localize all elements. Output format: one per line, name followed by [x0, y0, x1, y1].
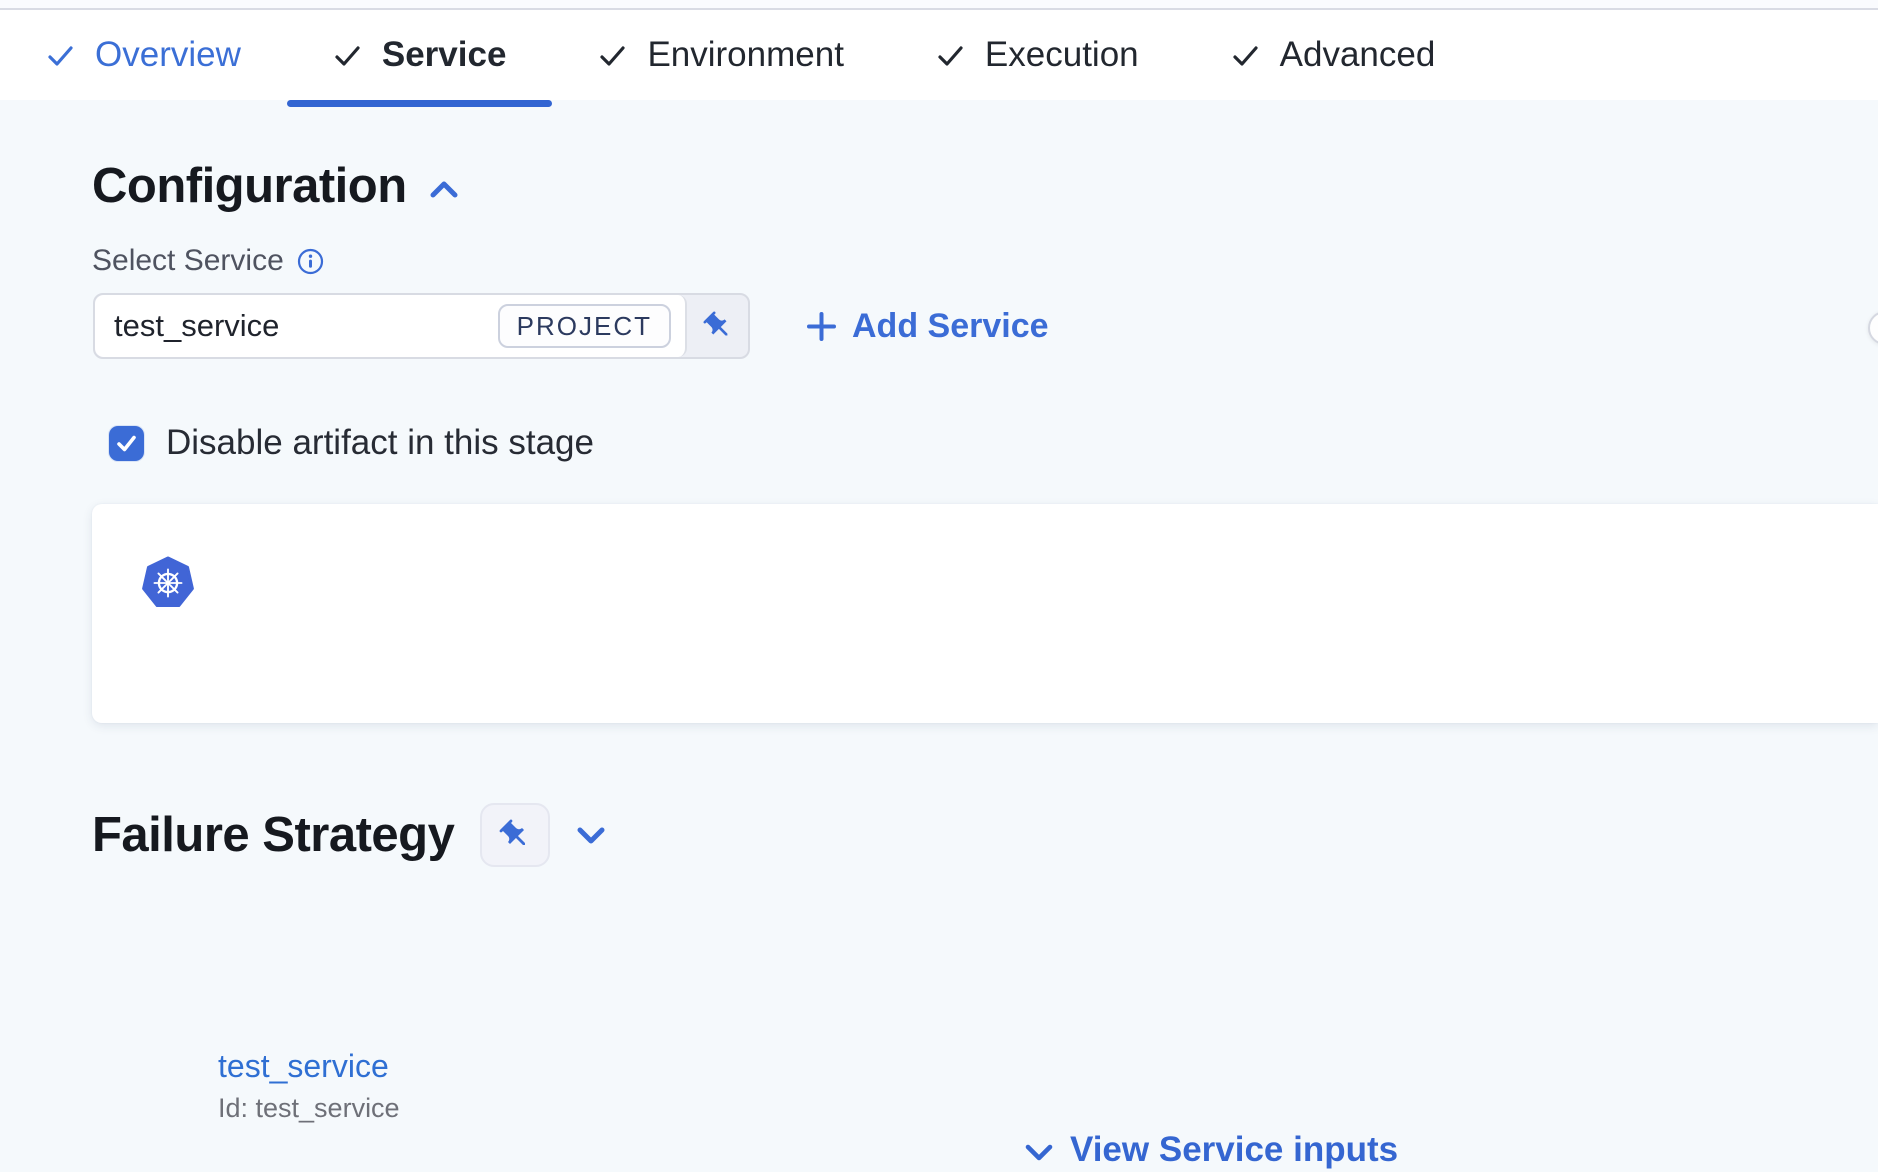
collapse-section-chevron-up-icon[interactable]	[429, 179, 459, 201]
service-name-link[interactable]: test_service	[218, 1048, 400, 1084]
check-icon	[598, 41, 627, 70]
stage-tab-bar: Overview Service Environment Execution A…	[0, 10, 1878, 100]
kubernetes-icon	[142, 556, 194, 615]
collapsed-panel-toggle-button[interactable]	[1868, 311, 1878, 345]
service-id-text: Id: test_service	[218, 1092, 400, 1124]
disable-artifact-checkbox[interactable]	[109, 426, 144, 461]
check-icon	[936, 41, 965, 70]
service-card: test_service Id: test_service View Servi…	[92, 504, 1878, 723]
service-select-value: test_service	[114, 308, 279, 344]
plus-icon	[806, 311, 837, 342]
chevron-down-icon	[1025, 1143, 1053, 1162]
service-select-field[interactable]: test_service PROJECT	[93, 293, 750, 359]
tab-execution[interactable]: Execution	[890, 10, 1185, 100]
top-strip	[0, 0, 1878, 8]
select-service-label: Select Service	[92, 244, 284, 278]
service-select-value-area: test_service PROJECT	[95, 295, 687, 357]
tab-label: Advanced	[1280, 35, 1436, 75]
tab-label: Environment	[647, 35, 843, 75]
view-service-inputs-button[interactable]: View Service inputs	[1025, 1128, 1398, 1172]
tab-label: Execution	[985, 35, 1139, 75]
add-service-button[interactable]: Add Service	[806, 293, 1049, 359]
pin-service-button[interactable]	[687, 295, 748, 357]
tab-overview[interactable]: Overview	[0, 10, 287, 100]
failure-strategy-heading: Failure Strategy	[92, 807, 454, 863]
check-icon	[333, 41, 362, 70]
tab-label: Overview	[95, 35, 241, 75]
disable-artifact-label: Disable artifact in this stage	[166, 423, 594, 463]
configuration-section-header: Configuration	[92, 158, 459, 214]
active-tab-underline	[287, 100, 553, 107]
info-icon[interactable]	[297, 248, 324, 275]
view-service-inputs-label: View Service inputs	[1070, 1130, 1398, 1170]
pushpin-icon	[702, 310, 734, 342]
select-service-label-row: Select Service	[92, 240, 324, 282]
scope-badge: PROJECT	[498, 304, 671, 348]
tab-label: Service	[382, 35, 507, 75]
service-card-text: test_service Id: test_service	[218, 1048, 400, 1124]
configuration-heading: Configuration	[92, 158, 407, 214]
tab-advanced[interactable]: Advanced	[1185, 10, 1482, 100]
pin-failure-strategy-button[interactable]	[480, 803, 550, 867]
check-icon	[1231, 41, 1260, 70]
tab-environment[interactable]: Environment	[552, 10, 889, 100]
expand-failure-strategy-chevron-down-icon[interactable]	[576, 825, 606, 846]
tab-service[interactable]: Service	[287, 10, 553, 100]
add-service-label: Add Service	[852, 307, 1049, 346]
disable-artifact-row: Disable artifact in this stage	[109, 423, 594, 463]
check-icon	[46, 41, 75, 70]
failure-strategy-section-header: Failure Strategy	[92, 801, 606, 869]
